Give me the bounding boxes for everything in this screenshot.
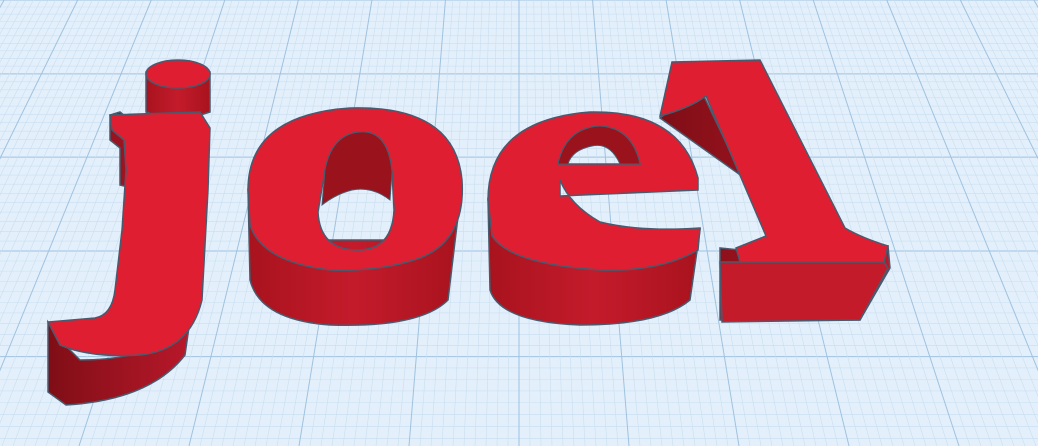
letter-o[interactable] (247, 107, 464, 327)
letter-j-dot-top (145, 59, 211, 89)
letter-l[interactable] (658, 59, 891, 323)
workplane-grid[interactable] (0, 0, 1038, 446)
workplane-viewport[interactable] (0, 0, 1038, 446)
letter-l-base-front (719, 261, 889, 323)
letter-e[interactable] (487, 111, 702, 326)
